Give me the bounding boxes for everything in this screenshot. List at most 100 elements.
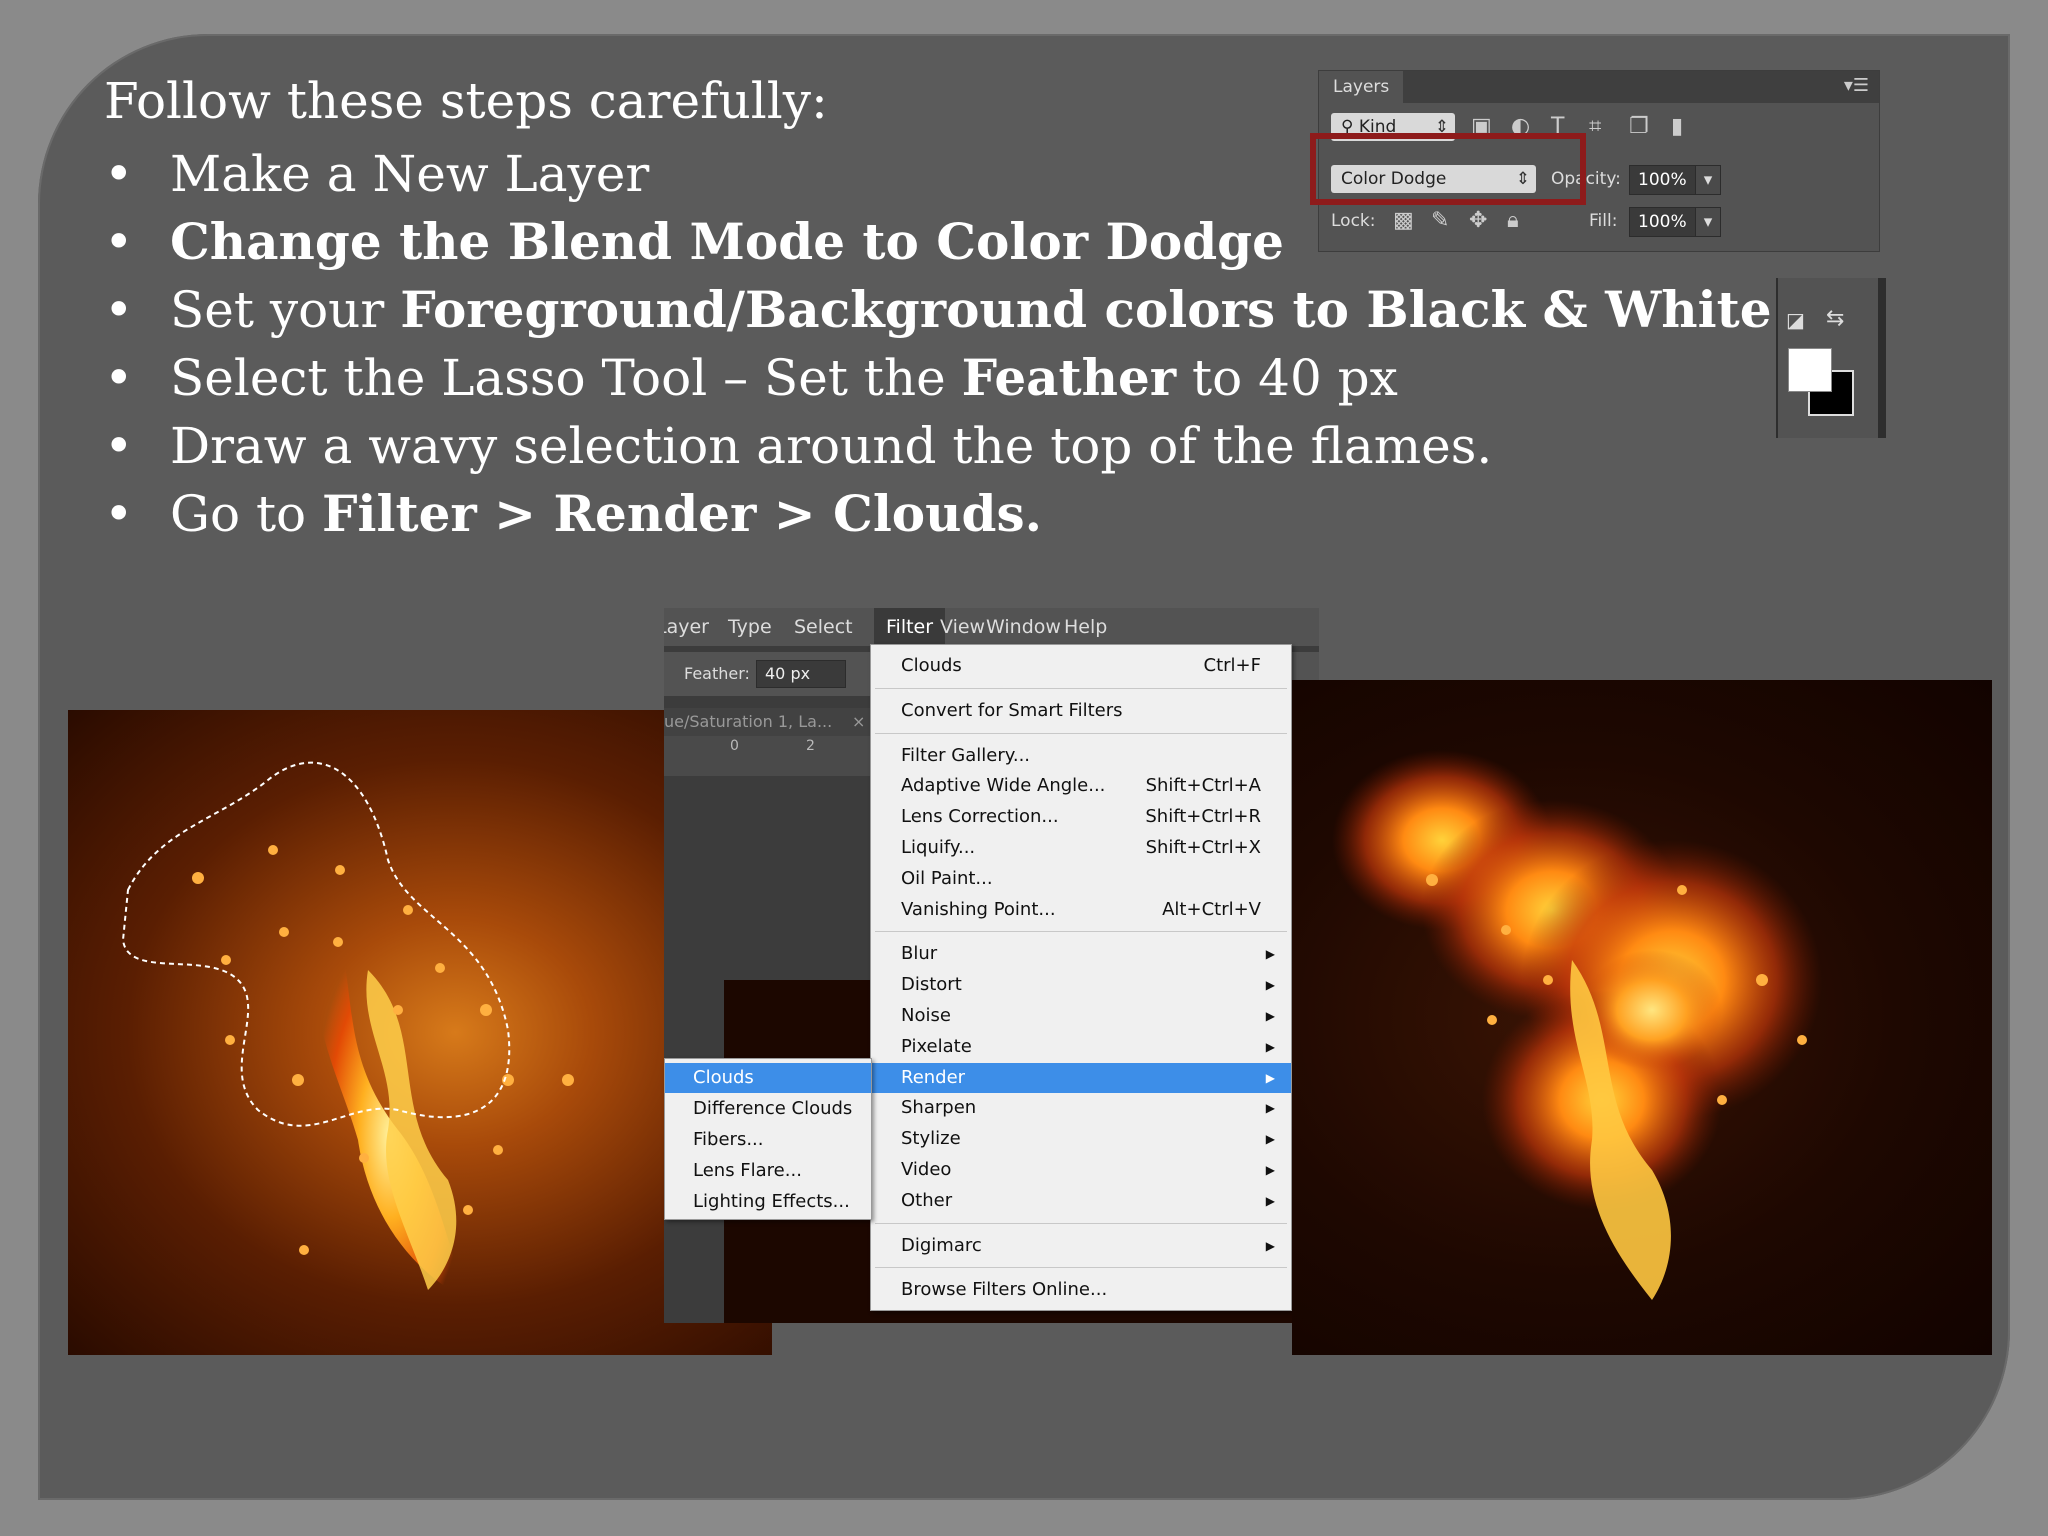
menu-item-label: Lens Flare... bbox=[693, 1160, 802, 1181]
menu-item-shortcut: Shift+Ctrl+X bbox=[1145, 837, 1261, 858]
step-emphasis: Feather bbox=[961, 348, 1177, 407]
render-submenu-item[interactable]: Fibers... bbox=[665, 1125, 871, 1155]
submenu-arrow-icon: ▶ bbox=[1265, 1101, 1275, 1116]
close-icon[interactable]: × bbox=[852, 708, 865, 736]
feather-input[interactable]: 40 px bbox=[756, 660, 846, 688]
filter-menu-item[interactable]: Vanishing Point... Alt+Ctrl+V bbox=[871, 895, 1291, 925]
menu-item-label: Browse Filters Online... bbox=[901, 1279, 1108, 1301]
filter-menu-item[interactable]: Liquify... Shift+Ctrl+X bbox=[871, 833, 1291, 863]
submenu-arrow-icon: ▶ bbox=[1265, 1009, 1275, 1023]
filter-menu-item[interactable]: Lens Correction... Shift+Ctrl+R bbox=[871, 802, 1291, 832]
render-submenu: Clouds Difference Clouds Fibers... Lens Fla… bbox=[664, 1058, 872, 1220]
menu-item-label: Video bbox=[901, 1159, 952, 1180]
menu-item-label: Filter Gallery... bbox=[901, 744, 1031, 766]
layers-tab[interactable]: Layers bbox=[1319, 71, 1404, 103]
render-submenu-item[interactable]: Lighting Effects... bbox=[665, 1187, 871, 1217]
step-item: Go to Filter > Render > Clouds. bbox=[104, 480, 1772, 548]
menu-item-label: Render bbox=[901, 1066, 966, 1088]
menu-layer[interactable]: Layer bbox=[664, 608, 709, 646]
submenu-arrow-icon: ▶ bbox=[1265, 1132, 1275, 1147]
step-text: Select the Lasso Tool – Set the bbox=[170, 349, 962, 407]
default-colors-icon[interactable]: ◪ bbox=[1786, 308, 1805, 332]
filter-menu-item[interactable]: Blur ▶ bbox=[871, 939, 1291, 969]
step-text: Draw a wavy selection around the top of … bbox=[170, 417, 1493, 475]
filter-menu-item[interactable]: Oil Paint... bbox=[871, 864, 1291, 894]
filter-menu-item[interactable]: Video ▶ bbox=[871, 1155, 1291, 1185]
menu-separator bbox=[875, 687, 1287, 689]
swap-colors-icon[interactable]: ⇆ bbox=[1826, 306, 1844, 331]
step-emphasis: Foreground/Background colors to Black & … bbox=[400, 280, 1772, 339]
menu-item-label: Stylize bbox=[901, 1128, 961, 1150]
flame-clouds-illustration bbox=[1332, 750, 1822, 1300]
lock-label: Lock: bbox=[1331, 211, 1376, 231]
step-text: Make a New Layer bbox=[170, 145, 650, 203]
lock-position-icon[interactable]: ✥ bbox=[1469, 207, 1487, 235]
steps-title: Follow these steps carefully: bbox=[104, 72, 828, 130]
menu-item-label: Fibers... bbox=[693, 1129, 764, 1150]
filter-menu-item[interactable]: Digimarc ▶ bbox=[871, 1231, 1291, 1261]
fire-result-image bbox=[1292, 680, 1992, 1355]
render-submenu-item[interactable]: Difference Clouds bbox=[665, 1094, 871, 1124]
step-item: Select the Lasso Tool – Set the Feather … bbox=[104, 344, 1772, 412]
menu-item-label: Convert for Smart Filters bbox=[901, 699, 1123, 721]
menu-separator bbox=[875, 1222, 1287, 1224]
menu-item-label: Sharpen bbox=[901, 1097, 977, 1119]
menu-bar: Layer Type Select FilterViewWindowHelp bbox=[664, 608, 1319, 646]
menu-view[interactable]: View bbox=[940, 608, 985, 646]
step-emphasis: Change the Blend Mode to Color Dodge bbox=[170, 212, 1284, 271]
step-item: Set your Foreground/Background colors to… bbox=[104, 276, 1772, 344]
filter-menu-item[interactable]: Convert for Smart Filters bbox=[871, 696, 1291, 726]
menu-item-label: Difference Clouds bbox=[693, 1098, 853, 1119]
menu-filter[interactable]: Filter bbox=[874, 608, 946, 646]
step-text: Go to bbox=[170, 485, 323, 543]
menu-item-label: Blur bbox=[901, 943, 938, 965]
menu-select[interactable]: Select bbox=[794, 608, 853, 646]
filter-menu-item[interactable]: Other ▶ bbox=[871, 1186, 1291, 1216]
filter-menu-item[interactable]: Render ▶ bbox=[871, 1062, 1291, 1093]
menu-item-label: Noise bbox=[901, 1005, 951, 1026]
foreground-color-swatch[interactable] bbox=[1788, 348, 1832, 392]
fill-field[interactable]: 100% bbox=[1629, 207, 1696, 237]
menu-item-label: Oil Paint... bbox=[901, 867, 993, 889]
menu-separator bbox=[875, 1267, 1287, 1269]
filter-menu-item[interactable]: Stylize ▶ bbox=[871, 1124, 1291, 1154]
menu-item-label: Clouds bbox=[901, 655, 962, 676]
color-swatch-panel: ◪ ⇆ bbox=[1776, 278, 1886, 438]
lock-brush-icon[interactable]: ✎ bbox=[1431, 207, 1449, 235]
menu-item-shortcut: Alt+Ctrl+V bbox=[1162, 898, 1261, 920]
menu-help[interactable]: Help bbox=[1064, 608, 1107, 646]
render-submenu-item[interactable]: Lens Flare... bbox=[665, 1156, 871, 1186]
opacity-dropdown-icon[interactable]: ▾ bbox=[1695, 165, 1721, 195]
shape-filter-icon[interactable]: ⌗ bbox=[1589, 113, 1601, 141]
menu-type[interactable]: Type bbox=[728, 608, 772, 646]
submenu-arrow-icon: ▶ bbox=[1265, 947, 1275, 962]
lock-all-icon[interactable]: 🔒︎ bbox=[1507, 207, 1519, 235]
filter-menu-item[interactable]: Pixelate ▶ bbox=[871, 1032, 1291, 1062]
submenu-arrow-icon: ▶ bbox=[1265, 1238, 1275, 1253]
menu-item-shortcut: Shift+Ctrl+R bbox=[1145, 806, 1261, 828]
filter-menu: Clouds Ctrl+F Convert for Smart Filters Fil… bbox=[870, 644, 1292, 1311]
smart-object-filter-icon[interactable]: ❐ bbox=[1629, 113, 1649, 141]
step-emphasis: Filter > Render > Clouds. bbox=[322, 484, 1043, 543]
menu-item-label: Lens Correction... bbox=[901, 806, 1059, 828]
lock-transparency-icon[interactable]: ▩ bbox=[1393, 207, 1414, 235]
menu-item-shortcut: Ctrl+F bbox=[1203, 655, 1261, 676]
filter-menu-item[interactable]: Distort ▶ bbox=[871, 970, 1291, 1000]
menu-window[interactable]: Window bbox=[986, 608, 1061, 646]
blend-mode-highlight bbox=[1310, 133, 1586, 205]
filter-menu-item[interactable]: Sharpen ▶ bbox=[871, 1093, 1291, 1123]
panel-menu-icon[interactable]: ▾☰ bbox=[1844, 75, 1869, 96]
menu-item-label: Adaptive Wide Angle... bbox=[901, 775, 1106, 797]
render-submenu-item[interactable]: Clouds bbox=[665, 1063, 871, 1093]
menu-item-label: Clouds bbox=[693, 1067, 754, 1088]
filter-menu-item[interactable]: Noise ▶ bbox=[871, 1001, 1291, 1031]
menu-item-label: Pixelate bbox=[901, 1035, 972, 1057]
filter-menu-item[interactable]: Browse Filters Online... bbox=[871, 1275, 1291, 1305]
filter-menu-item[interactable]: Adaptive Wide Angle... Shift+Ctrl+A bbox=[871, 771, 1291, 801]
filter-menu-item[interactable]: Filter Gallery... bbox=[871, 741, 1291, 771]
fill-dropdown-icon[interactable]: ▾ bbox=[1695, 207, 1721, 237]
filter-menu-item[interactable]: Clouds Ctrl+F bbox=[871, 651, 1291, 681]
opacity-field[interactable]: 100% bbox=[1629, 165, 1696, 195]
filter-toggle-icon[interactable]: ▮ bbox=[1671, 113, 1683, 141]
ruler-tick: 0 bbox=[730, 738, 739, 754]
